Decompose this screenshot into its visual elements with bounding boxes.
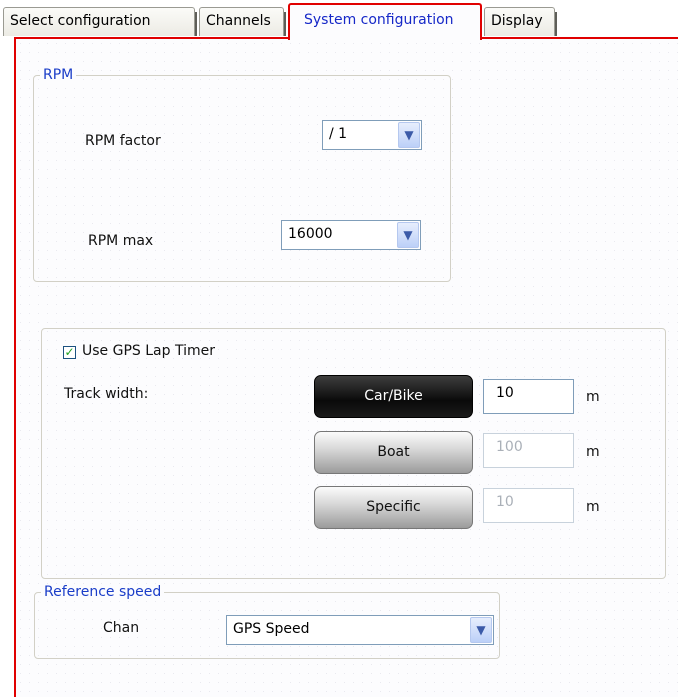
gps-lap-timer-group: ✓ Use GPS Lap Timer Track width: Car/Bik… xyxy=(41,328,666,579)
tab-strip: Select configuration Channels Display Sy… xyxy=(0,0,678,40)
tab-channels[interactable]: Channels xyxy=(199,7,286,36)
chevron-down-icon[interactable]: ▼ xyxy=(398,122,420,148)
car-bike-unit: m xyxy=(586,389,600,405)
use-gps-lap-timer-checkbox[interactable]: ✓ xyxy=(63,346,76,359)
checkmark-icon: ✓ xyxy=(64,345,75,359)
use-gps-lap-timer-label[interactable]: Use GPS Lap Timer xyxy=(82,343,215,359)
specific-button[interactable]: Specific xyxy=(314,486,473,529)
chevron-down-icon[interactable]: ▼ xyxy=(470,617,492,643)
boat-unit: m xyxy=(586,444,600,460)
boat-button[interactable]: Boat xyxy=(314,431,473,474)
rpm-factor-select[interactable]: / 1 ▼ xyxy=(322,120,422,150)
rpm-factor-label: RPM factor xyxy=(85,133,161,149)
chan-label: Chan xyxy=(103,620,140,636)
rpm-max-label: RPM max xyxy=(88,233,154,249)
rpm-factor-value: / 1 xyxy=(329,126,348,142)
rpm-max-value: 16000 xyxy=(288,226,333,242)
specific-unit: m xyxy=(586,499,600,515)
reference-speed-legend: Reference speed xyxy=(41,584,165,600)
chan-value: GPS Speed xyxy=(233,621,310,637)
car-bike-width-input[interactable]: 10 xyxy=(483,379,574,414)
system-configuration-panel: RPM RPM factor / 1 ▼ RPM max 16000 ▼ ✓ U… xyxy=(14,37,678,697)
chevron-down-icon[interactable]: ▼ xyxy=(397,222,419,248)
reference-speed-group: Reference speed Chan GPS Speed ▼ xyxy=(34,584,500,659)
tab-select-configuration[interactable]: Select configuration xyxy=(3,7,197,36)
tab-system-configuration[interactable]: System configuration xyxy=(288,3,482,40)
specific-width-input: 10 xyxy=(483,488,574,523)
chan-select[interactable]: GPS Speed ▼ xyxy=(226,615,494,645)
boat-width-input: 100 xyxy=(483,433,574,468)
rpm-max-select[interactable]: 16000 ▼ xyxy=(281,220,421,250)
track-width-label: Track width: xyxy=(64,386,149,402)
rpm-legend: RPM xyxy=(40,67,77,83)
rpm-group: RPM RPM factor / 1 ▼ RPM max 16000 ▼ xyxy=(33,67,451,282)
car-bike-button[interactable]: Car/Bike xyxy=(314,375,473,418)
tab-display[interactable]: Display xyxy=(484,7,557,36)
